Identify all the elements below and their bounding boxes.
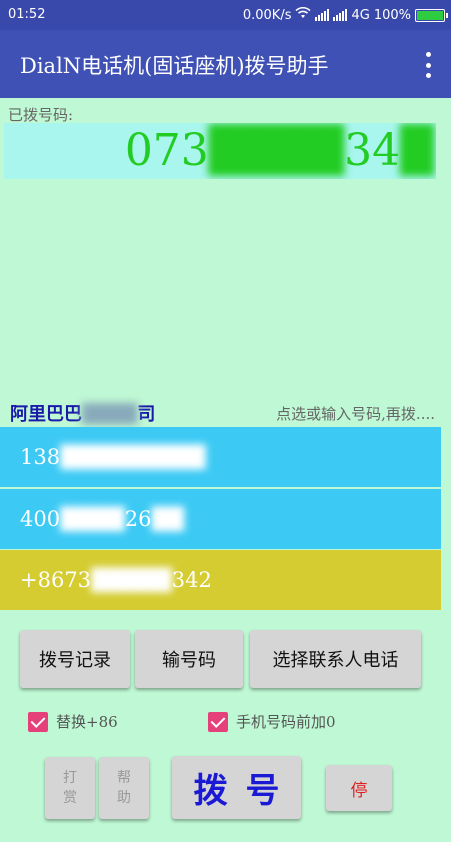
tip-label-2: 赏	[63, 790, 77, 806]
dialed-number-redacted-tail: █	[400, 125, 434, 176]
company-name-start: 阿里巴巴	[10, 404, 82, 425]
dial-button[interactable]: 拨号	[172, 756, 301, 819]
contact-company: 阿里巴巴████司	[10, 400, 155, 426]
app-title: DialN电话机(固话座机)拨号助手	[20, 54, 329, 78]
wifi-icon	[295, 6, 312, 23]
stop-button[interactable]: 停	[326, 765, 392, 811]
history-button[interactable]: 拨号记录	[20, 630, 130, 688]
company-name-end: 司	[137, 404, 156, 425]
overflow-menu-icon[interactable]	[423, 52, 433, 78]
number-row-redacted: ████	[60, 507, 125, 531]
input-number-button[interactable]: 输号码	[135, 630, 243, 688]
replace-86-checkbox[interactable]: 替换+86	[28, 711, 118, 732]
mobile-prefix-0-label: 手机号码前加0	[236, 713, 336, 731]
dialed-number-display: 073████34█	[4, 123, 436, 179]
battery-percent: 100%	[373, 7, 411, 23]
hint-text: 点选或输入号码,再拨....	[276, 405, 435, 423]
checkbox-checked-icon	[208, 711, 228, 732]
help-label-2: 助	[117, 790, 131, 806]
network-type: 4G	[351, 7, 370, 23]
signal-icon-sim2	[333, 9, 348, 21]
status-time: 01:52	[8, 7, 46, 22]
number-row-text: +8673	[20, 568, 92, 592]
number-row-text-mid: 26	[124, 507, 152, 531]
signal-icon	[315, 9, 330, 21]
select-contact-button[interactable]: 选择联系人电话	[250, 630, 421, 688]
dialed-label: 已拨号码:	[8, 106, 74, 124]
replace-86-label: 替换+86	[56, 713, 118, 731]
number-row-text: 138	[20, 445, 61, 469]
checkbox-checked-icon	[28, 711, 48, 732]
number-row-text-mid: 342	[171, 568, 212, 592]
number-row-redacted-tail: ██	[151, 507, 184, 531]
mobile-prefix-0-checkbox[interactable]: 手机号码前加0	[208, 711, 336, 732]
battery-fill	[417, 10, 443, 20]
status-bar: 01:52 0.00K/s 4G 100%	[0, 0, 451, 30]
number-row-text: 400	[20, 507, 61, 531]
tip-label-1: 打	[63, 770, 77, 786]
dialed-number-end: 34	[344, 125, 401, 176]
number-row-2[interactable]: 400████26██	[0, 489, 441, 549]
network-speed: 0.00K/s	[242, 7, 292, 23]
company-name-redacted: ████	[82, 404, 138, 425]
help-label-1: 帮	[117, 770, 131, 786]
dialed-number-redacted: ████	[208, 125, 345, 176]
number-row-redacted: █████████	[60, 445, 206, 469]
number-row-redacted: █████	[91, 568, 172, 592]
tip-button[interactable]: 打 赏	[45, 757, 95, 819]
status-icons: 0.00K/s 4G 100%	[242, 6, 448, 23]
app-bar: DialN电话机(固话座机)拨号助手	[0, 30, 451, 98]
number-row-1[interactable]: 138█████████	[0, 427, 441, 487]
battery-icon	[415, 8, 448, 22]
help-button[interactable]: 帮 助	[99, 757, 149, 819]
number-row-3[interactable]: +8673█████342	[0, 550, 441, 610]
dialed-number-start: 073	[124, 125, 209, 176]
